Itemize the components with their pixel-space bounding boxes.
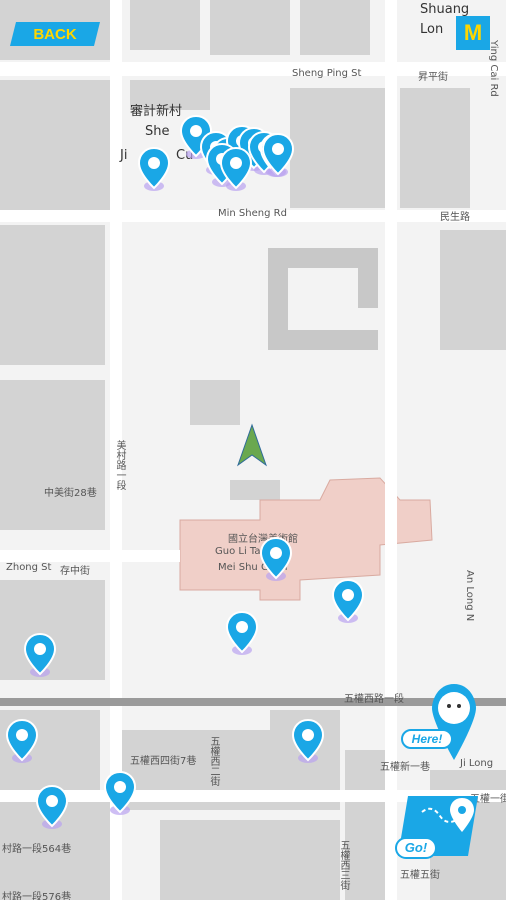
place-label-shenji: 審計新村 <box>130 104 183 119</box>
place-label-long: Lon <box>420 22 444 37</box>
place-label-she: She <box>145 124 170 139</box>
street-label: 中美街28巷 <box>44 488 97 499</box>
street-label: An Long N <box>464 570 475 622</box>
map-pin[interactable] <box>260 132 296 180</box>
map-pin-icon <box>291 718 325 763</box>
go-label: Go! <box>405 840 428 855</box>
map-view[interactable]: Shuang Lon 審計新村 She Ji Cu 國立台灣美術館 Guo Li… <box>0 0 506 900</box>
street-label: 民生路 <box>440 212 470 223</box>
street-label: 村路一段564巷 <box>2 844 72 855</box>
map-pin[interactable] <box>22 632 58 680</box>
place-label-shuang: Shuang <box>420 2 470 17</box>
map-pin[interactable] <box>290 718 326 766</box>
map-pin[interactable] <box>258 536 294 584</box>
here-marker[interactable]: Here! <box>400 682 486 762</box>
back-button-label: BACK <box>33 26 76 43</box>
street-label: 五權西路一段 <box>344 694 404 705</box>
back-button-shape: BACK <box>10 22 100 46</box>
map-pin-icon <box>5 718 39 763</box>
map-pin[interactable] <box>330 578 366 626</box>
map-pin-icon <box>23 632 57 677</box>
street-label: 五權西三街 <box>338 840 349 890</box>
map-pin[interactable] <box>136 146 172 194</box>
map-pin-icon <box>259 536 293 581</box>
street-label: 五權五街 <box>400 870 440 881</box>
street-label: 美村路一段 <box>114 440 125 490</box>
map-pin-icon <box>103 770 137 815</box>
map-pin[interactable] <box>34 784 70 832</box>
street-label: Min Sheng Rd <box>218 208 287 219</box>
map-pin-icon <box>261 132 295 177</box>
street-label: 村路一段576巷 <box>2 892 72 900</box>
map-pin[interactable] <box>224 610 260 658</box>
menu-button[interactable]: M <box>456 16 490 50</box>
here-marker-shape: Here! <box>401 684 476 760</box>
map-pin-icon <box>35 784 69 829</box>
map-pin-icon <box>137 146 171 191</box>
go-button-shape: Go! <box>395 796 478 859</box>
street-label: 存中街 <box>60 566 90 577</box>
place-label-ji: Ji <box>120 148 128 163</box>
map-pin-icon <box>331 578 365 623</box>
map-pin-icon <box>225 610 259 655</box>
map-pin[interactable] <box>102 770 138 818</box>
here-label: Here! <box>412 732 443 746</box>
map-pin[interactable] <box>4 718 40 766</box>
map-pin[interactable] <box>218 146 254 194</box>
street-label: 五權西二街 <box>208 736 219 786</box>
street-label: 五權西四街7巷 <box>130 756 197 767</box>
map-pin-icon <box>219 146 253 191</box>
go-button[interactable]: Go! <box>392 786 484 866</box>
street-label: Zhong St <box>6 562 52 573</box>
back-button[interactable]: BACK <box>8 20 102 48</box>
street-label: 昇平街 <box>418 72 448 83</box>
street-label: Sheng Ping St <box>292 68 362 79</box>
